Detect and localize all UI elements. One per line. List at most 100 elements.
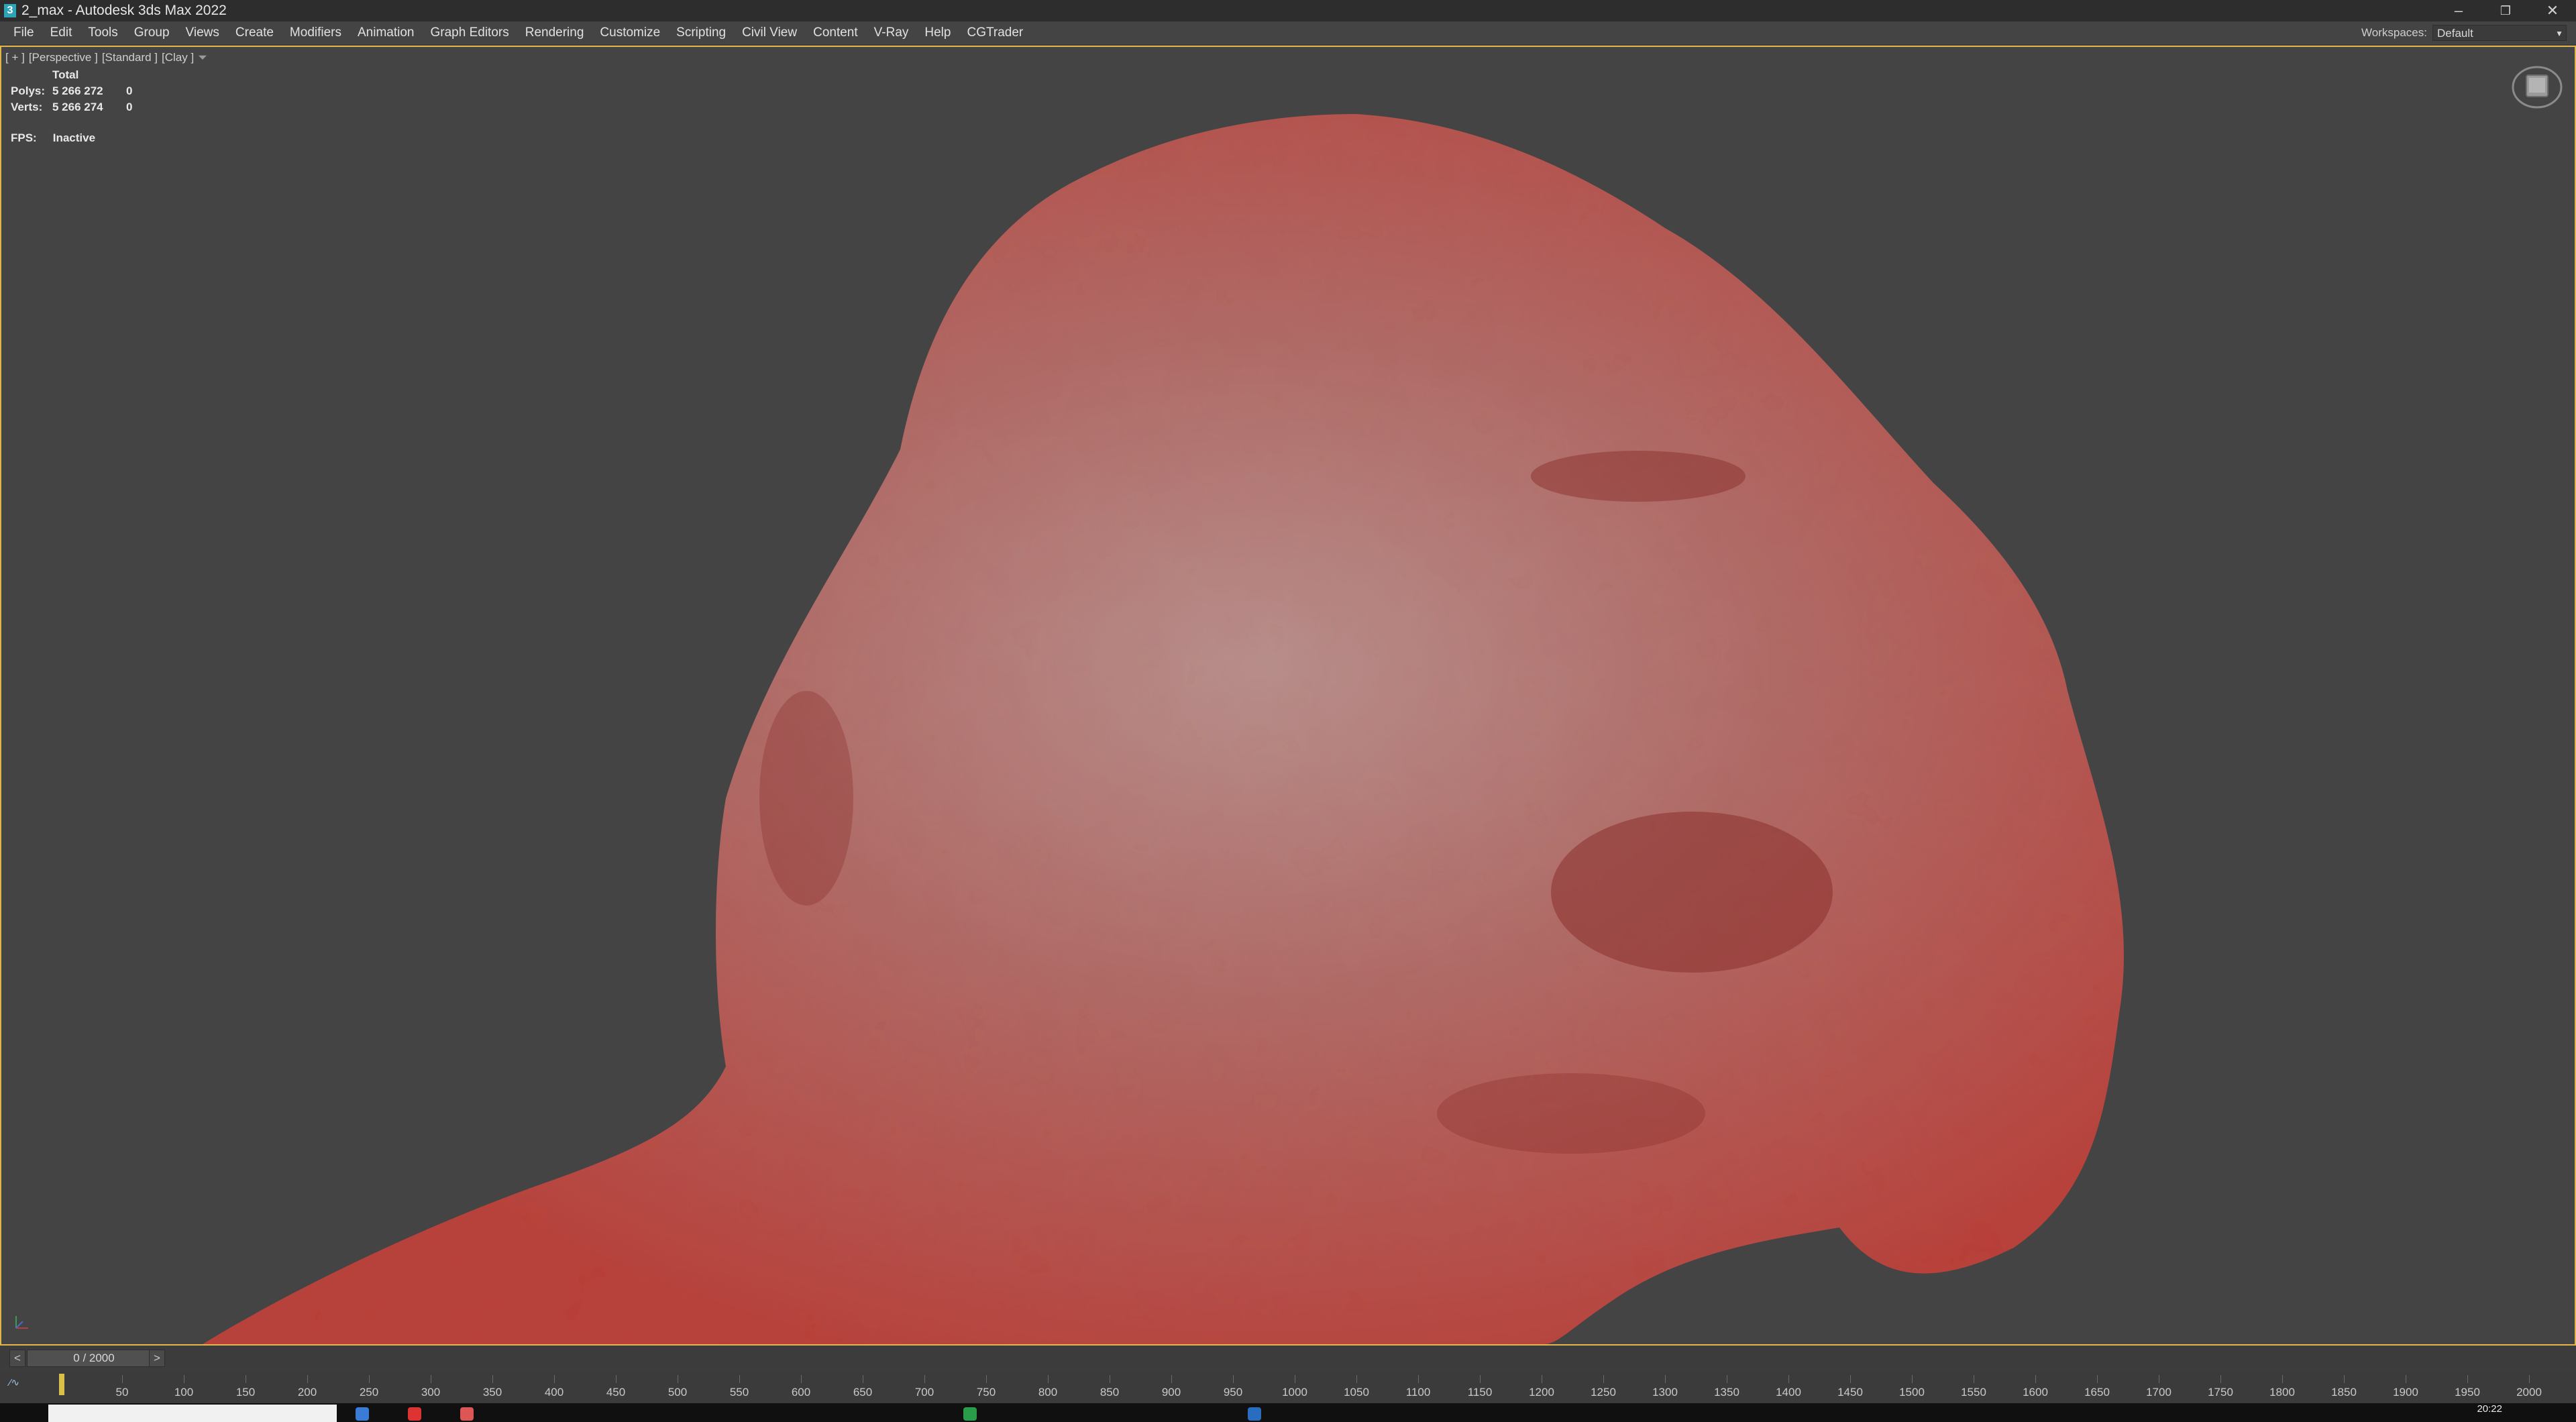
timeline-tick	[739, 1375, 740, 1383]
menu-bar: File Edit Tools Group Views Create Modifiers An…	[0, 21, 2576, 45]
timeline-tick	[1603, 1375, 1604, 1383]
timeline-tick-label: 950	[1223, 1386, 1243, 1399]
timeline-tick-label: 1900	[2393, 1386, 2418, 1399]
perspective-viewport[interactable]: [ + ] [Perspective ] [Standard ] [Clay ]…	[0, 46, 2576, 1346]
timeline-tick-label: 50	[115, 1386, 129, 1399]
menu-animation[interactable]: Animation	[350, 21, 423, 44]
filter-icon[interactable]: ⏷	[198, 51, 207, 64]
timeline-tick	[986, 1375, 987, 1383]
timeline-tick-label: 1100	[1405, 1386, 1431, 1399]
menu-tools[interactable]: Tools	[80, 21, 125, 44]
previous-frame-button[interactable]: <	[9, 1350, 25, 1367]
timeline-tick	[2344, 1375, 2345, 1383]
timeline-tick	[1048, 1375, 1049, 1383]
timeline-tick-label: 1700	[2146, 1386, 2171, 1399]
timeline-tick	[369, 1375, 370, 1383]
timeline-tick-label: 1250	[1591, 1386, 1616, 1399]
viewport-standard[interactable]: [Standard ]	[102, 51, 158, 64]
timeline-tick	[1418, 1375, 1419, 1383]
taskbar-clock: 20:22	[2477, 1403, 2502, 1415]
menu-v-ray[interactable]: V-Ray	[866, 21, 917, 44]
timeline-tick-label: 600	[791, 1386, 811, 1399]
next-frame-button[interactable]: >	[149, 1350, 165, 1367]
timeline-tick-label: 1300	[1652, 1386, 1678, 1399]
menu-create[interactable]: Create	[227, 21, 282, 44]
taskbar-app-icon[interactable]	[963, 1407, 977, 1421]
menu-file[interactable]: File	[5, 21, 42, 44]
viewport-label[interactable]: [ + ] [Perspective ] [Standard ] [Clay ]…	[5, 51, 207, 64]
menu-civil-view[interactable]: Civil View	[734, 21, 805, 44]
stats-polys: Polys: 5 266 272 0	[11, 83, 132, 99]
menu-graph-editors[interactable]: Graph Editors	[423, 21, 517, 44]
menu-group[interactable]: Group	[126, 21, 178, 44]
viewport-point-of-view[interactable]: [Perspective ]	[29, 51, 98, 64]
workspaces-label: Workspaces:	[2361, 26, 2427, 39]
timeline-tick-label: 1500	[1899, 1386, 1925, 1399]
timeline-tick	[1233, 1375, 1234, 1383]
timeline-tick	[492, 1375, 493, 1383]
menu-modifiers[interactable]: Modifiers	[282, 21, 350, 44]
close-button[interactable]: ✕	[2529, 0, 2576, 21]
timeline-tick-label: 1050	[1344, 1386, 1369, 1399]
workspaces-dropdown[interactable]: Default ▼	[2432, 25, 2567, 41]
taskbar-search-input[interactable]	[48, 1405, 337, 1422]
restore-button[interactable]: ❐	[2482, 0, 2529, 21]
timeline-tick-label: 300	[421, 1386, 441, 1399]
timeline-tick	[2097, 1375, 2098, 1383]
key-filter-icon[interactable]: ⁄∿	[9, 1376, 34, 1392]
timeline-tick	[1356, 1375, 1357, 1383]
timeline-tick	[2282, 1375, 2283, 1383]
timeline-tick	[1788, 1375, 1789, 1383]
taskbar-app-icon[interactable]	[408, 1407, 421, 1421]
track-bar[interactable]: ⁄∿ 50 100 150 200 250 300 350 400 450 500 550 600 65…	[0, 1371, 2576, 1403]
menu-views[interactable]: Views	[178, 21, 227, 44]
time-slider[interactable]: 0 / 2000	[27, 1350, 161, 1367]
menu-cgtrader[interactable]: CGTrader	[959, 21, 1031, 44]
timeline-tick	[2467, 1375, 2468, 1383]
timeline-tick-label: 800	[1038, 1386, 1058, 1399]
fps-label: FPS:	[11, 131, 37, 144]
timeline-tick-label: 1750	[2208, 1386, 2233, 1399]
chevron-down-icon: ▼	[2555, 29, 2563, 38]
menu-content[interactable]: Content	[805, 21, 866, 44]
viewport-menu[interactable]: [ + ]	[5, 51, 25, 64]
menu-edit[interactable]: Edit	[42, 21, 80, 44]
polys-value: 5 266 272	[52, 85, 103, 97]
timeline-tick-label: 100	[174, 1386, 194, 1399]
timeline-tick-label: 1650	[2084, 1386, 2110, 1399]
polys-label: Polys:	[11, 85, 46, 97]
taskbar-app-icon[interactable]	[356, 1407, 369, 1421]
timeline-tick-label: 1550	[1961, 1386, 1986, 1399]
menu-items: File Edit Tools Group Views Create Modifiers An…	[5, 21, 1031, 44]
timeline-tick-label: 500	[667, 1386, 688, 1399]
timeline-tick-label: 400	[544, 1386, 564, 1399]
time-slider-bar: < 0 / 2000 >	[0, 1346, 2576, 1371]
menu-help[interactable]: Help	[916, 21, 959, 44]
timeline-tick-label: 1600	[2023, 1386, 2048, 1399]
axis-tripod-icon	[15, 1316, 28, 1329]
taskbar-app-icon[interactable]	[1248, 1407, 1261, 1421]
timeline-tick-label: 650	[853, 1386, 873, 1399]
viewcube-icon[interactable]	[2509, 56, 2565, 113]
menu-customize[interactable]: Customize	[592, 21, 668, 44]
menu-rendering[interactable]: Rendering	[517, 21, 592, 44]
timeline-tick-label: 550	[729, 1386, 749, 1399]
menu-scripting[interactable]: Scripting	[668, 21, 734, 44]
timeline-tick-label: 700	[914, 1386, 934, 1399]
taskbar-app-icon[interactable]	[460, 1407, 474, 1421]
timeline-tick-label: 1000	[1282, 1386, 1307, 1399]
timeline-tick	[122, 1375, 123, 1383]
timeline-tick	[2529, 1375, 2530, 1383]
timeline-tick	[1912, 1375, 1913, 1383]
timeline-tick-label: 1800	[2269, 1386, 2295, 1399]
timeline-tick	[554, 1375, 555, 1383]
timeline-tick	[801, 1375, 802, 1383]
timeline-tick	[1480, 1375, 1481, 1383]
minimize-button[interactable]: –	[2435, 0, 2482, 21]
workspaces-value: Default	[2437, 27, 2473, 40]
stats-verts: Verts: 5 266 274 0	[11, 99, 132, 115]
timeline-tick-label: 1450	[1837, 1386, 1863, 1399]
rock-model	[203, 114, 2124, 1344]
timeline-tick-label: 1400	[1776, 1386, 1801, 1399]
viewport-shading[interactable]: [Clay ]	[162, 51, 194, 64]
